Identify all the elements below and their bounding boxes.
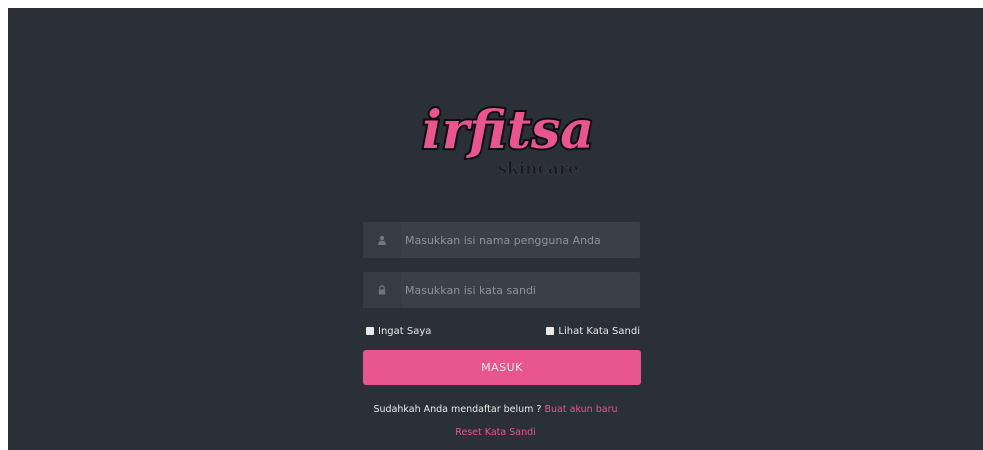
remember-me-label: Ingat Saya: [378, 325, 432, 337]
user-icon: [363, 222, 401, 258]
checkbox-icon: [366, 327, 374, 335]
login-page: irfitsa skincare Ingat Saya Lihat: [8, 8, 983, 450]
checkbox-icon: [546, 327, 555, 335]
password-input[interactable]: [401, 272, 640, 308]
svg-text:skincare: skincare: [497, 159, 578, 179]
show-password-checkbox[interactable]: Lihat Kata Sandi: [546, 326, 640, 337]
create-account-link[interactable]: Buat akun baru: [545, 404, 618, 415]
reset-password-link[interactable]: Reset Kata Sandi: [455, 427, 536, 438]
signup-prompt-text: Sudahkah Anda mendaftar belum ?: [373, 404, 542, 415]
show-password-label: Lihat Kata Sandi: [558, 325, 640, 337]
password-field: [363, 272, 640, 308]
signup-prompt: Sudahkah Anda mendaftar belum ? Buat aku…: [8, 404, 983, 415]
remember-me-checkbox[interactable]: Ingat Saya: [366, 326, 431, 337]
username-field: [363, 222, 640, 258]
svg-text:irfitsa: irfitsa: [422, 100, 594, 161]
options-row: Ingat Saya Lihat Kata Sandi: [366, 324, 640, 338]
login-button[interactable]: MASUK: [363, 350, 641, 385]
brand-logo: irfitsa skincare: [408, 86, 608, 186]
reset-password-row: Reset Kata Sandi: [8, 427, 983, 438]
username-input[interactable]: [401, 222, 640, 258]
lock-icon: [363, 272, 401, 308]
irfitsa-logo-image: irfitsa skincare: [420, 98, 596, 179]
